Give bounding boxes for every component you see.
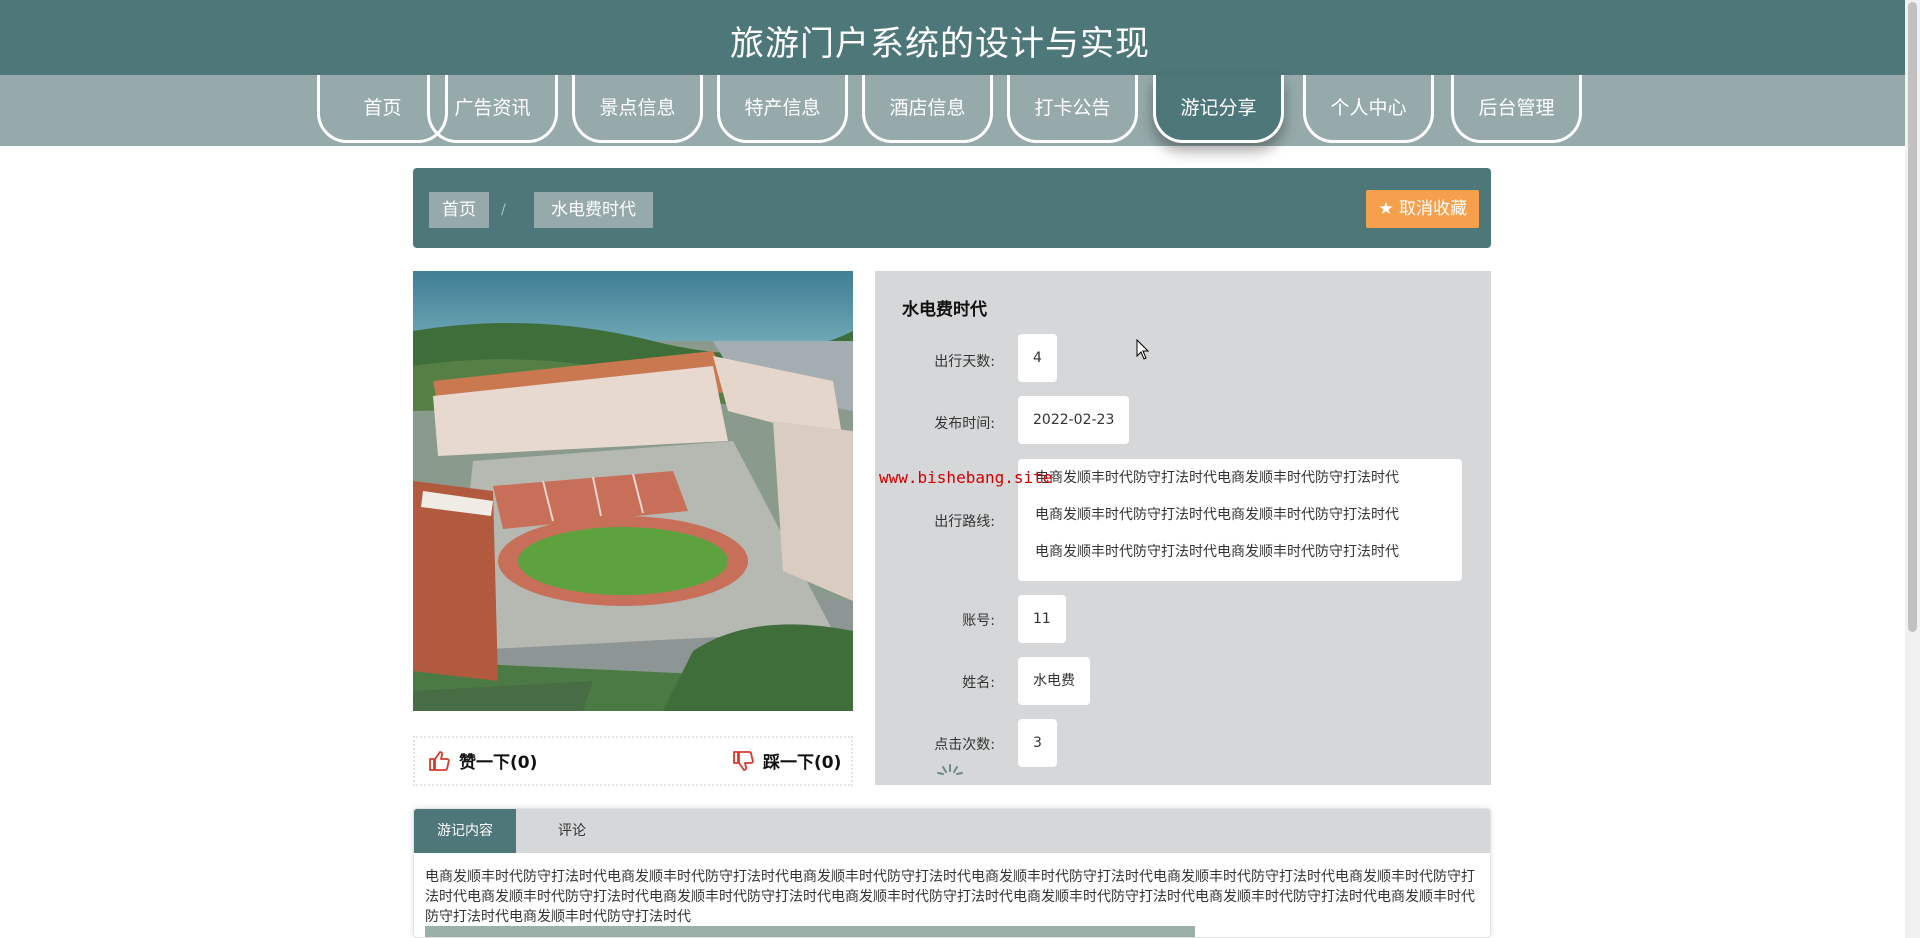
breadcrumb-current: 水电费时代 (534, 192, 653, 228)
nav-item-checkin-notices[interactable]: 打卡公告 (1007, 75, 1138, 143)
days-value: 4 (1018, 334, 1057, 382)
detail-title: 水电费时代 (902, 300, 987, 320)
watermark: www.bishebang.site (879, 468, 1053, 487)
scrollbar-thumb[interactable] (1908, 2, 1917, 632)
account-label: 账号: (962, 613, 995, 629)
clicks-label: 点击次数: (934, 737, 995, 753)
tab-comments[interactable]: 评论 (516, 809, 628, 853)
nav-item-attractions[interactable]: 景点信息 (572, 75, 703, 143)
vote-bar: 赞一下(0) 踩一下(0) (413, 736, 853, 786)
nav-item-travel-notes[interactable]: 游记分享 (1153, 75, 1284, 143)
unfavorite-button[interactable]: ★ 取消收藏 (1366, 190, 1479, 228)
route-line: 电商发顺丰时代防守打法时代电商发顺丰时代防守打法时代 (1035, 470, 1399, 486)
tab-bar: 游记内容 评论 (414, 809, 1490, 853)
mouse-cursor-icon (1136, 339, 1150, 360)
content-tabs: 游记内容 评论 电商发顺丰时代防守打法时代电商发顺丰时代防守打法时代电商发顺丰时… (413, 808, 1491, 938)
page-scrollbar[interactable] (1905, 0, 1920, 938)
like-label: 赞一下(0) (459, 753, 538, 773)
detail-panel: 水电费时代 出行天数: 4 发布时间: 2022-02-23 出行路线: 电商发… (875, 271, 1491, 785)
nav-item-hotels[interactable]: 酒店信息 (862, 75, 993, 143)
name-label: 姓名: (962, 675, 995, 691)
unfavorite-button-label: 取消收藏 (1399, 199, 1467, 219)
header-bar: 旅游门户系统的设计与实现 (0, 0, 1905, 75)
loading-spinner-icon (937, 764, 963, 775)
route-line: 电商发顺丰时代防守打法时代电商发顺丰时代防守打法时代 (1035, 544, 1399, 560)
nav-item-admin[interactable]: 后台管理 (1451, 75, 1582, 143)
dislike-button[interactable]: 踩一下(0) (731, 748, 841, 773)
clicks-value: 3 (1018, 719, 1057, 767)
publish-time-value: 2022-02-23 (1018, 396, 1130, 444)
days-label: 出行天数: (934, 354, 995, 370)
route-line: 电商发顺丰时代防守打法时代电商发顺丰时代防守打法时代 (1035, 507, 1399, 523)
star-icon: ★ (1378, 199, 1394, 219)
nav-item-personal-center[interactable]: 个人中心 (1303, 75, 1434, 143)
tab-travel-content[interactable]: 游记内容 (414, 809, 516, 853)
nav-item-ads-news[interactable]: 广告资讯 (427, 75, 558, 143)
thumbs-down-icon (733, 750, 754, 771)
dislike-label: 踩一下(0) (763, 753, 842, 773)
breadcrumb: 首页 / 水电费时代 ★ 取消收藏 (413, 168, 1491, 248)
breadcrumb-home[interactable]: 首页 (429, 192, 489, 228)
thumbs-up-icon (429, 750, 450, 771)
name-value: 水电费 (1018, 657, 1090, 705)
travel-content-text: 电商发顺丰时代防守打法时代电商发顺丰时代防守打法时代电商发顺丰时代防守打法时代电… (425, 869, 1475, 925)
publish-time-label: 发布时间: (934, 416, 995, 432)
travel-note-image (413, 271, 853, 711)
route-label: 出行路线: (934, 514, 995, 530)
account-value: 11 (1018, 595, 1066, 643)
like-button[interactable]: 赞一下(0) (427, 748, 537, 773)
breadcrumb-separator: / (501, 202, 506, 218)
nav-item-specialties[interactable]: 特产信息 (717, 75, 848, 143)
site-title: 旅游门户系统的设计与实现 (730, 24, 1150, 64)
content-image (425, 926, 1195, 937)
route-value: 电商发顺丰时代防守打法时代电商发顺丰时代防守打法时代 电商发顺丰时代防守打法时代… (1018, 459, 1462, 581)
